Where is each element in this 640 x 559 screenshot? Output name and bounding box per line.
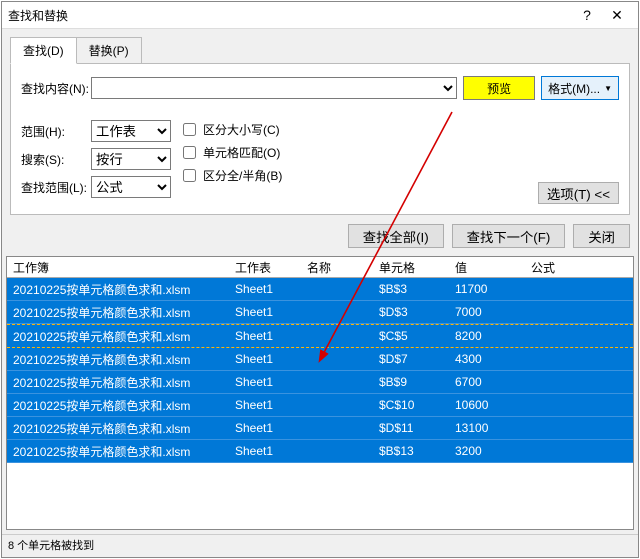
- find-all-button[interactable]: 查找全部(I): [348, 224, 444, 248]
- table-row[interactable]: 20210225按单元格颜色求和.xlsmSheet1$B$96700: [7, 371, 633, 394]
- col-formula[interactable]: 公式: [525, 257, 633, 278]
- col-sheet[interactable]: 工作表: [229, 257, 301, 278]
- tab-find[interactable]: 查找(D): [10, 37, 77, 64]
- search-label: 搜索(S):: [21, 151, 91, 168]
- col-workbook[interactable]: 工作簿: [7, 257, 229, 278]
- matchcase-check[interactable]: 区分大小写(C): [179, 120, 282, 139]
- find-what-row: 查找内容(N): 预览 格式(M)... ▼: [21, 76, 619, 100]
- tab-row: 查找(D) 替换(P): [10, 37, 630, 64]
- help-icon[interactable]: ?: [572, 5, 602, 25]
- find-next-button[interactable]: 查找下一个(F): [452, 224, 566, 248]
- results-header: 工作簿 工作表 名称 单元格 值 公式: [7, 257, 633, 278]
- find-what-input[interactable]: [91, 77, 457, 99]
- close-button[interactable]: 关闭: [573, 224, 630, 248]
- halfwidth-check[interactable]: 区分全/半角(B): [179, 166, 282, 185]
- lookin-label: 查找范围(L):: [21, 179, 91, 196]
- action-buttons: 查找全部(I) 查找下一个(F) 关闭: [10, 224, 630, 248]
- col-cell[interactable]: 单元格: [373, 257, 449, 278]
- table-row[interactable]: 20210225按单元格颜色求和.xlsmSheet1$D$1113100: [7, 417, 633, 440]
- col-value[interactable]: 值: [449, 257, 525, 278]
- search-row: 搜索(S): 按行: [21, 148, 171, 170]
- find-replace-dialog: 查找和替换 ? ✕ 查找(D) 替换(P) 查找内容(N): 预览 格式(M).…: [1, 1, 639, 558]
- table-row[interactable]: 20210225按单元格颜色求和.xlsmSheet1$C$1010600: [7, 394, 633, 417]
- results-grid: 工作簿 工作表 名称 单元格 值 公式 20210225按单元格颜色求和.xls…: [6, 256, 634, 530]
- table-row[interactable]: 20210225按单元格颜色求和.xlsmSheet1$D$74300: [7, 348, 633, 371]
- tab-replace[interactable]: 替换(P): [76, 37, 142, 64]
- within-select[interactable]: 工作表: [91, 120, 171, 142]
- format-button[interactable]: 格式(M)... ▼: [541, 76, 619, 100]
- col-name[interactable]: 名称: [301, 257, 373, 278]
- status-bar: 8 个单元格被找到: [2, 534, 638, 557]
- options-toggle-button[interactable]: 选项(T) <<: [538, 182, 619, 204]
- within-label: 范围(H):: [21, 123, 91, 140]
- options-panel: 查找内容(N): 预览 格式(M)... ▼ 范围(H): 工作表 搜索(S):…: [10, 63, 630, 215]
- within-row: 范围(H): 工作表: [21, 120, 171, 142]
- lookin-select[interactable]: 公式: [91, 176, 171, 198]
- window-title: 查找和替换: [8, 7, 572, 24]
- close-icon[interactable]: ✕: [602, 5, 632, 25]
- format-preview: 预览: [463, 76, 535, 100]
- table-row[interactable]: 20210225按单元格颜色求和.xlsmSheet1$C$58200: [7, 324, 633, 348]
- results-body[interactable]: 20210225按单元格颜色求和.xlsmSheet1$B$3117002021…: [7, 278, 633, 529]
- table-row[interactable]: 20210225按单元格颜色求和.xlsmSheet1$D$37000: [7, 301, 633, 324]
- lookin-row: 查找范围(L): 公式: [21, 176, 171, 198]
- search-select[interactable]: 按行: [91, 148, 171, 170]
- find-what-label: 查找内容(N):: [21, 80, 91, 97]
- entirecell-check[interactable]: 单元格匹配(O): [179, 143, 282, 162]
- table-row[interactable]: 20210225按单元格颜色求和.xlsmSheet1$B$311700: [7, 278, 633, 301]
- table-row[interactable]: 20210225按单元格颜色求和.xlsmSheet1$B$133200: [7, 440, 633, 463]
- titlebar: 查找和替换 ? ✕: [2, 2, 638, 29]
- chevron-down-icon: ▼: [604, 84, 612, 93]
